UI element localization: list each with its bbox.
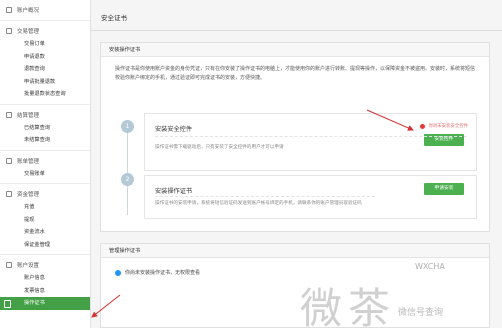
divider — [155, 136, 467, 137]
sidebar-group-account: 账户设置 账户信息 发票信息 操作证书 — [0, 255, 90, 313]
intro-text: 操作证书是你使用账户资金的身份凭证，只有在你安装了操作证书的电脑上，才能使用你的… — [115, 66, 476, 81]
sidebar-item-fund-flow[interactable]: 资金流水 — [0, 226, 90, 239]
info-icon — [115, 269, 121, 276]
step-install-certificate: 安装操作证书 申请安装 操作证书的安装申请，系统将短信验证码发送到账户帐号绑定的… — [144, 175, 477, 219]
sidebar-item-unsettled[interactable]: 未结算查询 — [0, 134, 90, 147]
sidebar-item-account-info[interactable]: 账户信息 — [0, 272, 90, 285]
bill-icon — [6, 157, 12, 164]
sidebar-item-batch-refund[interactable]: 申请批量退款 — [0, 76, 90, 89]
sidebar-group-label: 账单管理 — [17, 158, 40, 165]
sidebar-group-header[interactable]: 账户设置 — [0, 258, 90, 272]
watermark-main: 微茶 — [300, 284, 397, 328]
sidebar-group-trade: 交易管理 交易订单 申请退款 退款查询 申请批量退款 批量退款状态查询 — [0, 21, 90, 105]
sidebar-item-withdraw[interactable]: 提现 — [0, 214, 90, 227]
warning-icon — [420, 123, 426, 129]
step-title: 安装安全控件 — [155, 126, 193, 133]
info-text: 你尚未安装操作证书，无权限查看 — [125, 270, 201, 276]
sidebar-item-orders[interactable]: 交易订单 — [0, 38, 90, 51]
sidebar-item-overview[interactable]: 账户概况 — [0, 3, 90, 17]
step-description: 操作证书的安装申请，系统将短信验证码发送到账户帐号绑定的手机，请联系你的账户管理… — [155, 201, 362, 206]
sidebar-group-overview: 账户概况 — [0, 0, 90, 21]
sidebar-item-batch-refund-status[interactable]: 批量退款状态查询 — [0, 88, 90, 101]
step-number: 1 — [121, 120, 134, 133]
sidebar-item-trade-bill[interactable]: 交易账单 — [0, 168, 90, 181]
settlement-icon — [6, 111, 12, 118]
sidebar-group-label: 资金管理 — [17, 192, 40, 198]
step-number: 2 — [121, 173, 134, 186]
sidebar-group-settlement: 结算管理 已结算查询 未结算查询 — [0, 105, 90, 151]
gear-icon — [6, 262, 12, 268]
sidebar-item-refund-apply[interactable]: 申请退款 — [0, 51, 90, 64]
wallet-icon — [6, 191, 12, 197]
warning-message: 你尚未安装安全控件 — [420, 123, 468, 129]
sidebar-item-invoice[interactable]: 发票信息 — [0, 285, 90, 298]
document-icon — [6, 28, 12, 34]
sidebar-item-settled[interactable]: 已结算查询 — [0, 122, 90, 135]
step-title: 安装操作证书 — [155, 188, 193, 195]
home-icon — [6, 7, 12, 13]
panel-heading: 管理操作证书 — [101, 244, 489, 258]
sidebar-group-header[interactable]: 账单管理 — [0, 154, 90, 168]
divider — [155, 196, 375, 197]
sidebar-group-bills: 账单管理 交易账单 — [0, 151, 90, 184]
step-install-control: 安装安全控件 你尚未安装安全控件 安装控件 操作证书需下载驱动后，只有安装了安全… — [144, 113, 477, 171]
install-certificate-panel: 安装操作证书 操作证书是你使用账户资金的身份凭证，只有在你安装了操作证书的电脑上… — [100, 42, 490, 232]
sidebar-group-header[interactable]: 资金管理 — [0, 187, 90, 201]
sidebar-group-label: 账户设置 — [17, 263, 40, 269]
sidebar-group-header[interactable]: 交易管理 — [0, 24, 90, 38]
step-description: 操作证书需下载驱动后，只有安装了安全控件的用户才可以申请 — [155, 145, 284, 150]
sidebar-item-recharge[interactable]: 充值 — [0, 201, 90, 214]
warning-text: 你尚未安装安全控件 — [428, 124, 468, 129]
info-message: 你尚未安装操作证书，无权限查看 — [115, 269, 200, 276]
sidebar-group-label: 账户概况 — [17, 8, 40, 14]
sidebar-item-certificate[interactable]: 操作证书 — [0, 297, 90, 310]
sidebar-item-deposit[interactable]: 保证金管理 — [0, 239, 90, 252]
step-timeline — [127, 123, 128, 215]
sidebar-group-funds: 资金管理 充值 提现 资金流水 保证金管理 — [0, 184, 90, 255]
page-title: 安全证书 — [101, 14, 127, 22]
divider — [91, 30, 502, 31]
main-content: 安全证书 安装操作证书 操作证书是你使用账户资金的身份凭证，只有在你安装了操作证… — [91, 0, 502, 328]
watermark-top: WXCHA — [415, 262, 445, 271]
sidebar-group-label: 交易管理 — [17, 29, 40, 35]
sidebar-item-refund-query[interactable]: 退款查询 — [0, 63, 90, 76]
panel-heading: 安装操作证书 — [101, 43, 489, 57]
apply-install-button[interactable]: 申请安装 — [424, 183, 464, 195]
sidebar-group-header[interactable]: 结算管理 — [0, 108, 90, 122]
watermark-sub: 微信号查询 — [398, 308, 444, 318]
sidebar: 账户概况 交易管理 交易订单 申请退款 退款查询 申请批量退款 批量退款状态查询… — [0, 0, 91, 328]
sidebar-group-label: 结算管理 — [17, 112, 40, 119]
